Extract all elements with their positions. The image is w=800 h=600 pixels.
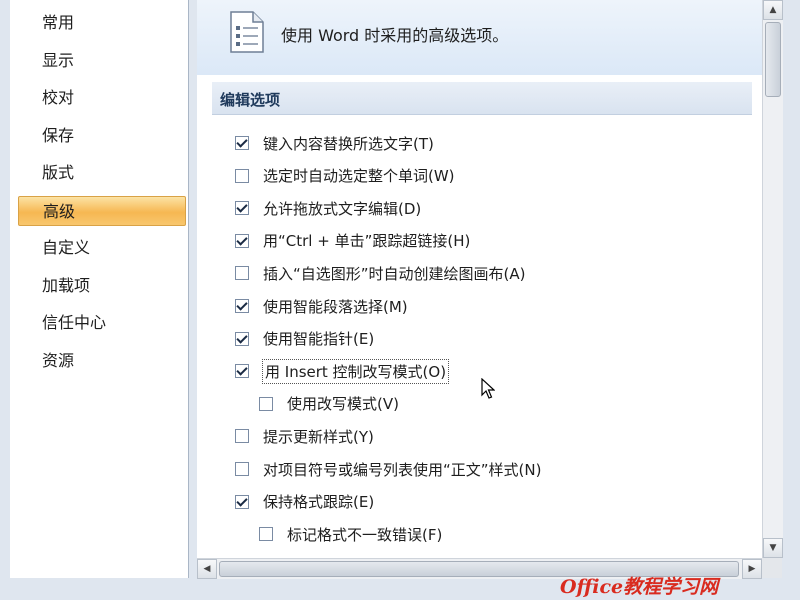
nav-item-label: 高级 bbox=[43, 201, 76, 221]
nav-item-0[interactable]: 常用 bbox=[18, 8, 186, 38]
option-row[interactable]: 对项目符号或编号列表使用“正文”样式(N) bbox=[235, 456, 541, 482]
scroll-right-icon[interactable]: ▶ bbox=[742, 559, 762, 579]
nav-item-label: 常用 bbox=[42, 13, 75, 32]
options-nav-panel: 常用显示校对保存版式高级自定义加载项信任中心资源 bbox=[10, 0, 189, 578]
nav-item-7[interactable]: 加载项 bbox=[18, 271, 186, 301]
checkbox-unchecked[interactable] bbox=[235, 168, 249, 183]
checkbox-checked[interactable] bbox=[235, 364, 249, 379]
checkbox-checked[interactable] bbox=[235, 299, 249, 313]
option-row[interactable]: 用“Ctrl + 单击”跟踪超链接(H) bbox=[235, 228, 470, 254]
nav-item-1[interactable]: 显示 bbox=[18, 46, 186, 76]
advanced-options-pane: 使用 Word 时采用的高级选项。 编辑选项 键入内容替换所选文字(T) 选定时自… bbox=[197, 0, 762, 558]
nav-item-4[interactable]: 版式 bbox=[18, 158, 186, 188]
option-label: 保持格式跟踪(E) bbox=[263, 493, 375, 512]
option-label: 选定时自动选定整个单词(W) bbox=[263, 167, 455, 186]
checkbox-unchecked[interactable] bbox=[235, 429, 249, 444]
option-label: 使用改写模式(V) bbox=[287, 395, 399, 414]
option-label: 用 Insert 控制改写模式(O) bbox=[261, 358, 450, 384]
nav-item-9[interactable]: 资源 bbox=[18, 346, 186, 376]
option-label: 提示更新样式(Y) bbox=[263, 427, 374, 446]
document-options-icon bbox=[230, 11, 264, 53]
nav-item-5[interactable]: 高级 bbox=[18, 195, 186, 226]
section-title: 编辑选项 bbox=[220, 91, 281, 109]
option-row[interactable]: 使用智能段落选择(M) bbox=[235, 293, 408, 319]
section-header-editing: 编辑选项 bbox=[212, 82, 752, 115]
option-label: 标记格式不一致错误(F) bbox=[287, 525, 443, 544]
scroll-up-icon[interactable]: ▲ bbox=[763, 0, 783, 20]
checkbox-unchecked[interactable] bbox=[235, 266, 249, 281]
vertical-scrollbar[interactable]: ▲ ▼ bbox=[762, 0, 783, 558]
scroll-down-icon[interactable]: ▼ bbox=[763, 538, 783, 558]
option-label: 对项目符号或编号列表使用“正文”样式(N) bbox=[263, 460, 542, 479]
nav-item-label: 加载项 bbox=[42, 275, 91, 295]
nav-item-label: 版式 bbox=[42, 163, 75, 182]
checkbox-unchecked[interactable] bbox=[235, 462, 249, 476]
option-row[interactable]: 使用智能指针(E) bbox=[235, 326, 374, 352]
option-row[interactable]: 保持格式跟踪(E) bbox=[235, 489, 374, 515]
option-row[interactable]: 选定时自动选定整个单词(W) bbox=[235, 163, 455, 189]
nav-item-label: 显示 bbox=[42, 50, 75, 70]
option-label: 允许拖放式文字编辑(D) bbox=[263, 199, 422, 218]
nav-item-label: 信任中心 bbox=[42, 313, 107, 332]
option-label: 使用智能指针(E) bbox=[263, 330, 375, 349]
option-row[interactable]: 提示更新样式(Y) bbox=[235, 423, 374, 449]
checkbox-checked[interactable] bbox=[235, 233, 249, 248]
vertical-scroll-thumb[interactable] bbox=[765, 22, 781, 97]
checkbox-unchecked[interactable] bbox=[259, 396, 273, 411]
nav-item-label: 自定义 bbox=[42, 238, 91, 257]
nav-item-label: 资源 bbox=[42, 350, 75, 370]
option-row[interactable]: 标记格式不一致错误(F) bbox=[259, 521, 442, 547]
option-label: 用“Ctrl + 单击”跟踪超链接(H) bbox=[263, 232, 471, 251]
scroll-left-icon[interactable]: ◀ bbox=[197, 559, 217, 579]
nav-item-8[interactable]: 信任中心 bbox=[18, 308, 186, 338]
nav-item-3[interactable]: 保存 bbox=[18, 121, 186, 151]
option-label: 使用智能段落选择(M) bbox=[263, 297, 408, 316]
option-row[interactable]: 用 Insert 控制改写模式(O) bbox=[235, 358, 450, 384]
option-label: 插入“自选图形”时自动创建绘图画布(A) bbox=[263, 264, 526, 283]
nav-item-label: 保存 bbox=[42, 125, 75, 145]
checkbox-checked[interactable] bbox=[235, 136, 249, 150]
pane-title: 使用 Word 时采用的高级选项。 bbox=[281, 26, 509, 45]
option-label: 键入内容替换所选文字(T) bbox=[263, 134, 434, 153]
option-row[interactable]: 使用改写模式(V) bbox=[259, 391, 399, 417]
watermark-logo: Office教程学习网 bbox=[560, 576, 719, 598]
option-row[interactable]: 键入内容替换所选文字(T) bbox=[235, 130, 434, 156]
nav-item-6[interactable]: 自定义 bbox=[18, 233, 186, 263]
scrollbar-corner bbox=[762, 558, 782, 578]
checkbox-checked[interactable] bbox=[235, 201, 249, 216]
nav-item-2[interactable]: 校对 bbox=[18, 83, 186, 113]
checkbox-unchecked[interactable] bbox=[259, 527, 273, 542]
mouse-pointer-icon bbox=[481, 378, 495, 399]
checkbox-checked[interactable] bbox=[235, 331, 249, 346]
nav-item-label: 校对 bbox=[42, 88, 75, 107]
option-row[interactable]: 插入“自选图形”时自动创建绘图画布(A) bbox=[235, 260, 526, 286]
pane-header: 使用 Word 时采用的高级选项。 bbox=[197, 0, 762, 75]
option-row[interactable]: 允许拖放式文字编辑(D) bbox=[235, 195, 421, 221]
checkbox-checked[interactable] bbox=[235, 494, 249, 509]
